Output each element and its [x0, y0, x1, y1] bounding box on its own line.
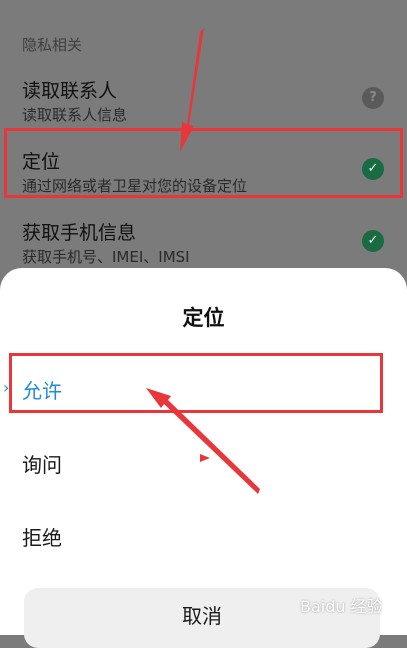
arrow-to-allow-option	[146, 388, 260, 494]
arrow-small-marker	[200, 454, 210, 462]
arrow-to-location-row	[180, 28, 204, 152]
annotation-arrows	[146, 28, 260, 494]
